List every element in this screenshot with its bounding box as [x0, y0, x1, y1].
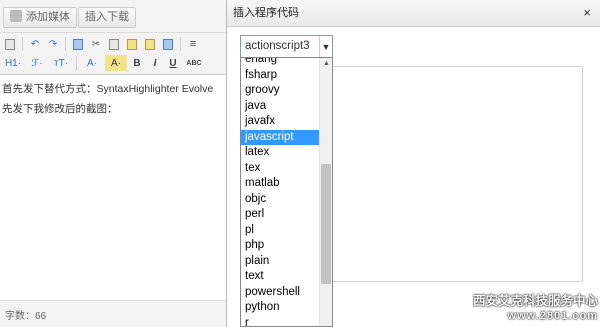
editor-toolbar: ↶ ↷ ✂ ≡ H1· ℱ· ᴛT· A· A· B I U ABC — [0, 33, 226, 75]
insert-code-dialog: 插入程序代码 × actionscript3 ▼ erlang fsharp gro… — [226, 0, 600, 327]
scroll-up-icon[interactable]: ▲ — [320, 58, 332, 70]
add-media-button[interactable]: 添加媒体 — [3, 7, 77, 28]
dialog-title: 插入程序代码 — [227, 0, 600, 27]
paste-text-icon[interactable] — [142, 36, 158, 52]
divider — [65, 37, 66, 51]
cut-icon[interactable]: ✂ — [88, 36, 104, 52]
underline-icon[interactable]: U — [165, 55, 181, 71]
divider — [22, 37, 23, 51]
language-option[interactable]: text — [241, 269, 319, 285]
language-option[interactable]: plain — [241, 254, 319, 270]
content-line: 首先发下替代方式：SyntaxHighlighter Evolve — [2, 83, 214, 95]
italic-icon[interactable]: I — [147, 55, 163, 71]
language-option[interactable]: pl — [241, 223, 319, 239]
toolbar-row-1: ↶ ↷ ✂ ≡ — [2, 35, 201, 53]
copy-icon[interactable] — [106, 36, 122, 52]
language-option[interactable]: latex — [241, 145, 319, 161]
language-option[interactable]: php — [241, 238, 319, 254]
close-icon[interactable]: × — [583, 6, 591, 19]
language-option[interactable]: java — [241, 99, 319, 115]
language-option[interactable]: fsharp — [241, 68, 319, 84]
text-color-icon[interactable]: A· — [81, 55, 103, 71]
source-icon[interactable] — [2, 36, 18, 52]
bold-icon[interactable]: B — [129, 55, 145, 71]
chevron-down-icon[interactable]: ▼ — [319, 36, 332, 57]
align-icon[interactable]: ≡ — [185, 36, 201, 52]
language-option[interactable]: python — [241, 300, 319, 316]
divider — [76, 56, 77, 70]
bg-color-icon[interactable]: A· — [105, 55, 127, 71]
scrollbar-thumb[interactable] — [321, 164, 331, 284]
language-option[interactable]: groovy — [241, 83, 319, 99]
language-option[interactable]: javafx — [241, 114, 319, 130]
language-dropdown-list[interactable]: erlang fsharp groovy java javafx javascript la… — [240, 57, 333, 327]
word-count: 字数：66 — [0, 300, 226, 327]
language-select[interactable]: actionscript3 ▼ — [240, 35, 333, 58]
media-icon — [10, 10, 22, 22]
language-options: erlang fsharp groovy java javafx javascript la… — [241, 58, 319, 327]
font-family-dropdown[interactable]: ℱ· — [26, 55, 48, 71]
language-option[interactable]: erlang — [241, 58, 319, 68]
editor-topbar: 添加媒体 插入下载 — [0, 0, 226, 33]
language-option[interactable]: javascript — [241, 129, 319, 145]
editor-pane: 添加媒体 插入下载 ↶ ↷ ✂ ≡ H1· ℱ· ᴛT· A· A· B I U… — [0, 0, 226, 327]
redo-icon[interactable]: ↷ — [45, 36, 61, 52]
heading-dropdown[interactable]: H1· — [2, 55, 24, 71]
language-option[interactable]: perl — [241, 207, 319, 223]
editor-content[interactable]: 首先发下替代方式：SyntaxHighlighter Evolve 先发下我修改… — [0, 82, 226, 122]
paste-icon[interactable] — [124, 36, 140, 52]
insert-download-button[interactable]: 插入下载 — [78, 7, 136, 28]
language-option[interactable]: tex — [241, 161, 319, 177]
template-icon[interactable] — [70, 36, 86, 52]
content-line: 先发下我修改后的截图： — [2, 103, 118, 115]
language-option[interactable]: powershell — [241, 285, 319, 301]
language-option[interactable]: r — [241, 316, 319, 327]
strikethrough-icon[interactable]: ABC — [183, 55, 205, 71]
toolbar-row-2: H1· ℱ· ᴛT· A· A· B I U ABC — [2, 54, 205, 72]
language-select-value: actionscript3 — [245, 40, 310, 52]
language-option[interactable]: matlab — [241, 176, 319, 192]
scrollbar[interactable]: ▲ — [319, 58, 332, 326]
undo-icon[interactable]: ↶ — [27, 36, 43, 52]
watermark: 西安艾克科技服务中心 www.2801.com — [472, 294, 598, 322]
divider — [180, 37, 181, 51]
language-option[interactable]: objc — [241, 192, 319, 208]
font-size-dropdown[interactable]: ᴛT· — [50, 55, 72, 71]
paste-word-icon[interactable] — [160, 36, 176, 52]
